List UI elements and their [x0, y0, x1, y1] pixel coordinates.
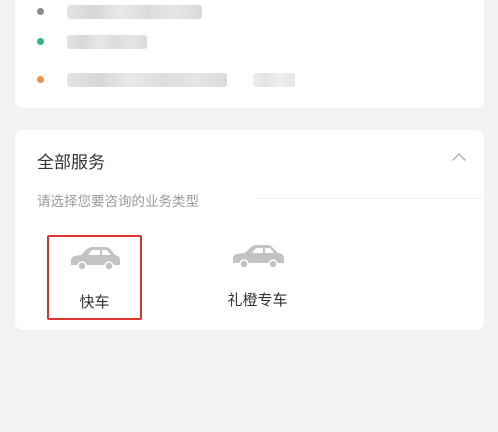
destination-dot-icon: [37, 76, 44, 83]
services-hint: 请选择您要咨询的业务类型: [37, 194, 199, 210]
blurred-text: [67, 73, 227, 87]
trip-origin-row: [15, 32, 484, 52]
service-item-kuaiche[interactable]: 快车: [47, 235, 142, 320]
blurred-text: [67, 35, 147, 49]
service-label: 礼橙专车: [227, 291, 288, 309]
service-label: 快车: [79, 293, 110, 311]
trip-time-row: [15, 2, 484, 22]
service-item-licheng-zhuanche[interactable]: 礼橙专车: [200, 235, 315, 320]
all-services-card: 全部服务 请选择您要咨询的业务类型 快车 礼橙专车: [15, 130, 484, 330]
services-title: 全部服务: [37, 153, 105, 173]
origin-dot-icon: [37, 38, 44, 45]
clock-dot-icon: [37, 8, 44, 15]
blurred-text: [253, 73, 295, 87]
blurred-text: [67, 5, 202, 19]
chevron-up-icon[interactable]: [452, 152, 466, 162]
divider: [255, 198, 484, 199]
car-icon: [70, 247, 120, 271]
trip-info-card: [15, 0, 484, 108]
trip-destination-row: [15, 70, 484, 90]
car-icon: [232, 245, 284, 269]
